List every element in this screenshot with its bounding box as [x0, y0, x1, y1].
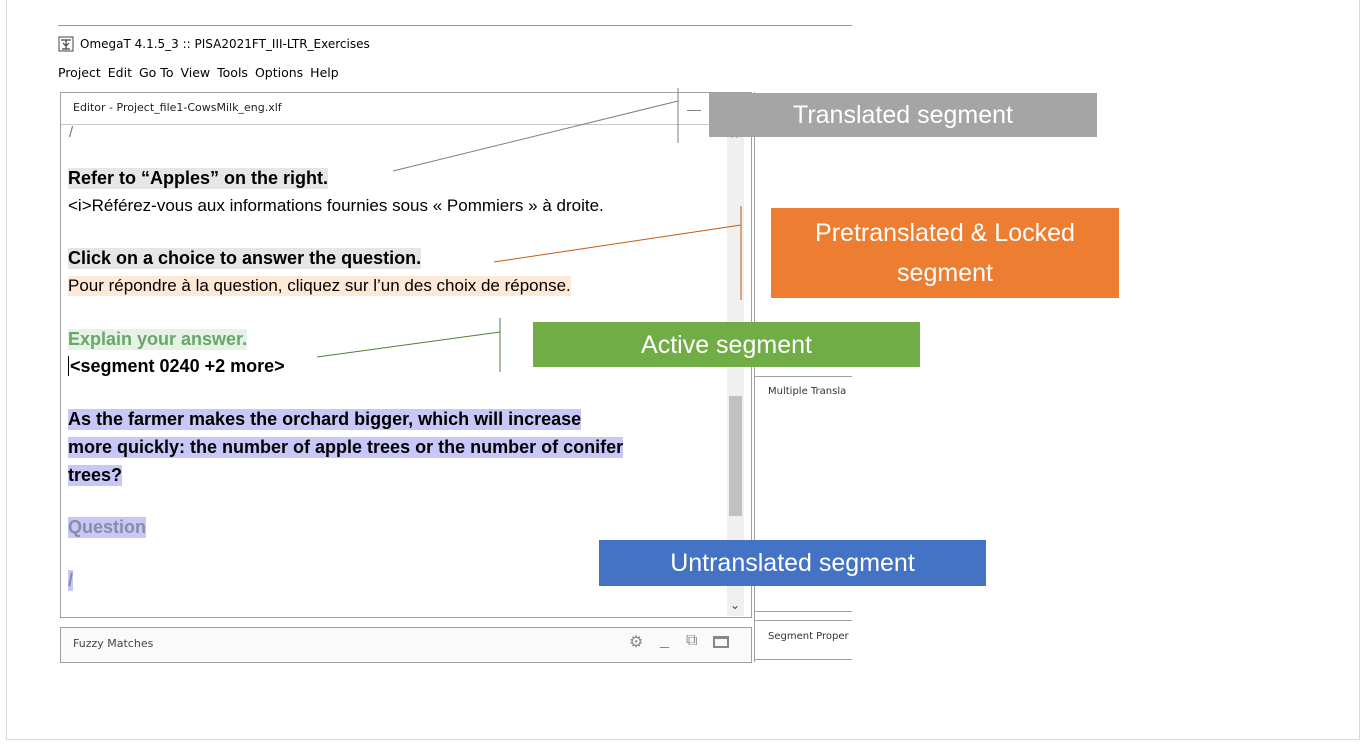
untranslated-callout-label: Untranslated segment [670, 549, 915, 577]
active-callout-label: Active segment [641, 330, 812, 359]
active-segment-callout: Active segment [533, 322, 920, 367]
callout-lines [316, 88, 742, 372]
translated-segment-callout: Translated segment [709, 93, 1097, 137]
locked-callout-label-line1: Pretranslated & Locked [815, 219, 1075, 247]
active-pointer-line [316, 331, 501, 358]
locked-segment-callout: Pretranslated & Locked segment [771, 208, 1119, 298]
locked-pointer-line [493, 224, 742, 263]
translated-callout-label: Translated segment [792, 101, 1014, 129]
untranslated-segment-callout: Untranslated segment [599, 540, 986, 586]
locked-callout-label-line2: segment [897, 259, 993, 287]
translated-pointer-line [392, 100, 679, 172]
